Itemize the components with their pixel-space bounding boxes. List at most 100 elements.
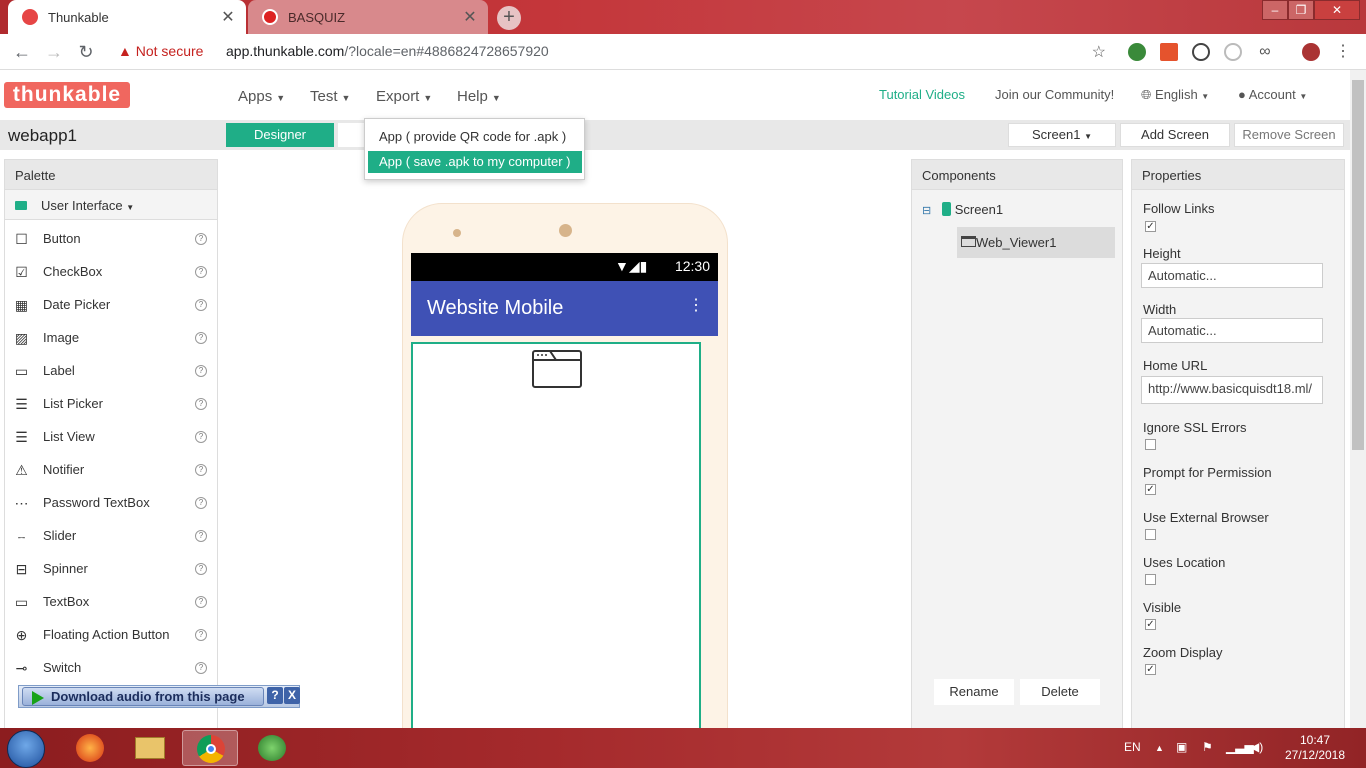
prompt-permission-checkbox[interactable]: ✓: [1145, 484, 1156, 495]
close-tab-icon[interactable]: ✕: [462, 7, 478, 27]
blocks-tab-button[interactable]: [338, 123, 366, 147]
community-link[interactable]: Join our Community!: [995, 87, 1114, 102]
extension-gauge-icon[interactable]: [1192, 43, 1210, 61]
taskbar-chrome-icon[interactable]: [182, 730, 238, 766]
palette-item-password-textbox[interactable]: ⋯ Password TextBox?: [5, 487, 217, 520]
remove-screen-button[interactable]: Remove Screen: [1234, 123, 1344, 147]
help-icon[interactable]: ?: [267, 687, 283, 704]
rename-button[interactable]: Rename: [934, 679, 1014, 705]
help-icon[interactable]: ?: [195, 563, 207, 575]
palette-item-list-picker[interactable]: ☰ List Picker?: [5, 388, 217, 421]
windows-start-button[interactable]: [7, 730, 45, 768]
collapse-icon[interactable]: ⊟: [922, 205, 931, 217]
browser-menu-icon[interactable]: ⋮: [1334, 43, 1352, 61]
menu-test[interactable]: Test ▼: [310, 88, 350, 105]
home-url-field[interactable]: http://www.basicquisdt18.ml/: [1141, 376, 1323, 404]
language-menu[interactable]: 🌐︎ English ▼: [1141, 87, 1209, 103]
help-icon[interactable]: ?: [195, 365, 207, 377]
scrollbar-thumb[interactable]: [1352, 80, 1364, 450]
external-browser-checkbox[interactable]: [1145, 529, 1156, 540]
help-icon[interactable]: ?: [195, 266, 207, 278]
tray-clock[interactable]: 10:47 27/12/2018: [1280, 733, 1350, 763]
forward-arrow-icon[interactable]: →: [44, 42, 64, 62]
menu-apps[interactable]: Apps ▼: [238, 88, 285, 105]
security-indicator[interactable]: ▲ Not secure: [118, 43, 203, 59]
palette-item-button[interactable]: ☐ Button?: [5, 223, 217, 256]
palette-item-list-view[interactable]: ☰ List View?: [5, 421, 217, 454]
maximize-button[interactable]: ❐: [1288, 0, 1314, 20]
help-icon[interactable]: ?: [195, 332, 207, 344]
volume-icon[interactable]: ◀): [1250, 740, 1263, 754]
download-audio-button[interactable]: Download audio from this page: [22, 687, 264, 706]
palette-item-spinner[interactable]: ⊟ Spinner?: [5, 553, 217, 586]
help-icon[interactable]: ?: [195, 233, 207, 245]
extension-office-icon[interactable]: [1160, 43, 1178, 61]
profile-avatar[interactable]: [1302, 43, 1320, 61]
omnibox[interactable]: ▲ Not secure app.thunkable.com/?locale=e…: [106, 37, 1116, 67]
close-tab-icon[interactable]: ✕: [220, 7, 236, 27]
account-menu[interactable]: ● Account ▼: [1238, 87, 1307, 102]
ignore-ssl-checkbox[interactable]: [1145, 439, 1156, 450]
help-icon[interactable]: ?: [195, 398, 207, 410]
add-screen-button[interactable]: Add Screen: [1120, 123, 1230, 147]
palette-item-checkbox[interactable]: ☑ CheckBox?: [5, 256, 217, 289]
phone-app-bar[interactable]: Website Mobile ⋮: [411, 281, 718, 336]
export-qr-apk-item[interactable]: App ( provide QR code for .apk ): [368, 126, 582, 148]
visible-checkbox[interactable]: ✓: [1145, 619, 1156, 630]
extension-globe-icon[interactable]: [1128, 43, 1146, 61]
height-field[interactable]: Automatic...: [1141, 263, 1323, 288]
tray-flag-icon[interactable]: ⚑: [1202, 740, 1213, 754]
web-viewer-component[interactable]: [411, 342, 701, 728]
palette-item-switch[interactable]: ⊸ Switch?: [5, 652, 217, 685]
width-field[interactable]: Automatic...: [1141, 318, 1323, 343]
palette-item-date-picker[interactable]: ▦ Date Picker?: [5, 289, 217, 322]
help-icon[interactable]: ?: [195, 497, 207, 509]
zoom-display-checkbox[interactable]: ✓: [1145, 664, 1156, 675]
follow-links-checkbox[interactable]: ✓: [1145, 221, 1156, 232]
help-icon[interactable]: ?: [195, 596, 207, 608]
export-save-apk-item[interactable]: App ( save .apk to my computer ): [368, 151, 582, 173]
extension-drop-icon[interactable]: [1224, 43, 1242, 61]
delete-button[interactable]: Delete: [1020, 679, 1100, 705]
help-icon[interactable]: ?: [195, 530, 207, 542]
palette-item-textbox[interactable]: ▭ TextBox?: [5, 586, 217, 619]
taskbar-explorer-icon[interactable]: [122, 730, 178, 766]
input-language[interactable]: EN: [1124, 740, 1141, 754]
tray-expand-icon[interactable]: ▲: [1155, 743, 1164, 753]
reload-icon[interactable]: ↻: [76, 42, 96, 62]
help-icon[interactable]: ?: [195, 431, 207, 443]
palette-item-slider[interactable]: ⧿ Slider?: [5, 520, 217, 553]
tab-thunkable[interactable]: Thunkable ✕: [8, 0, 246, 34]
palette-item-notifier[interactable]: ⚠ Notifier?: [5, 454, 217, 487]
component-tree-screen1[interactable]: ⊟ Screen1: [922, 202, 1003, 217]
palette-item-floating-action-button[interactable]: ⊕ Floating Action Button?: [5, 619, 217, 652]
new-tab-button[interactable]: +: [497, 6, 521, 30]
tab-basquiz[interactable]: BASQUIZ ✕: [248, 0, 488, 34]
help-icon[interactable]: ?: [195, 629, 207, 641]
close-window-button[interactable]: ✕: [1314, 0, 1360, 20]
uses-location-checkbox[interactable]: [1145, 574, 1156, 585]
minimize-button[interactable]: –: [1262, 0, 1288, 20]
taskbar-firefox-icon[interactable]: [62, 730, 118, 766]
help-icon[interactable]: ?: [195, 662, 207, 674]
help-icon[interactable]: ?: [195, 464, 207, 476]
tray-app-icon[interactable]: ▣: [1176, 740, 1187, 754]
help-icon[interactable]: ?: [195, 299, 207, 311]
palette-item-image[interactable]: ▨ Image?: [5, 322, 217, 355]
palette-item-label[interactable]: ▭ Label?: [5, 355, 217, 388]
taskbar-download-manager-icon[interactable]: [244, 730, 300, 766]
menu-export[interactable]: Export ▼: [376, 88, 432, 105]
component-tree-web-viewer1[interactable]: Web_Viewer1: [957, 227, 1115, 258]
designer-tab-button[interactable]: Designer: [226, 123, 334, 147]
extension-infinity-icon[interactable]: ∞: [1256, 43, 1274, 61]
close-icon[interactable]: X: [284, 687, 300, 704]
bookmark-star-icon[interactable]: ☆: [1092, 42, 1106, 62]
screen-select[interactable]: Screen1 ▼: [1008, 123, 1116, 147]
menu-help[interactable]: Help ▼: [457, 88, 501, 105]
thunkable-logo[interactable]: thunkable: [4, 82, 130, 108]
page-scrollbar[interactable]: [1350, 70, 1366, 728]
back-arrow-icon[interactable]: ←: [12, 42, 32, 62]
palette-category-user-interface[interactable]: User Interface ▼: [5, 190, 217, 220]
url-text[interactable]: app.thunkable.com/?locale=en#48868247286…: [226, 43, 549, 59]
tutorial-videos-link[interactable]: Tutorial Videos: [879, 87, 965, 102]
